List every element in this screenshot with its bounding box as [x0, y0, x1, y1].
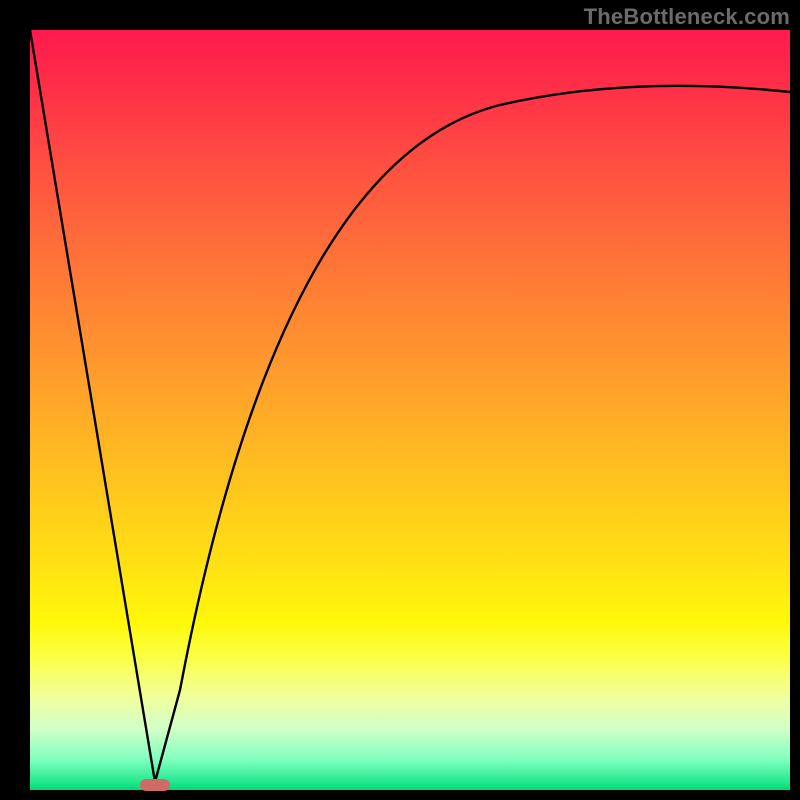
curve-path	[30, 30, 790, 782]
bottleneck-curve	[30, 30, 790, 790]
chart-frame: TheBottleneck.com	[0, 0, 800, 800]
optimal-marker	[140, 779, 170, 791]
plot-area	[30, 30, 790, 790]
watermark-text: TheBottleneck.com	[584, 4, 790, 30]
